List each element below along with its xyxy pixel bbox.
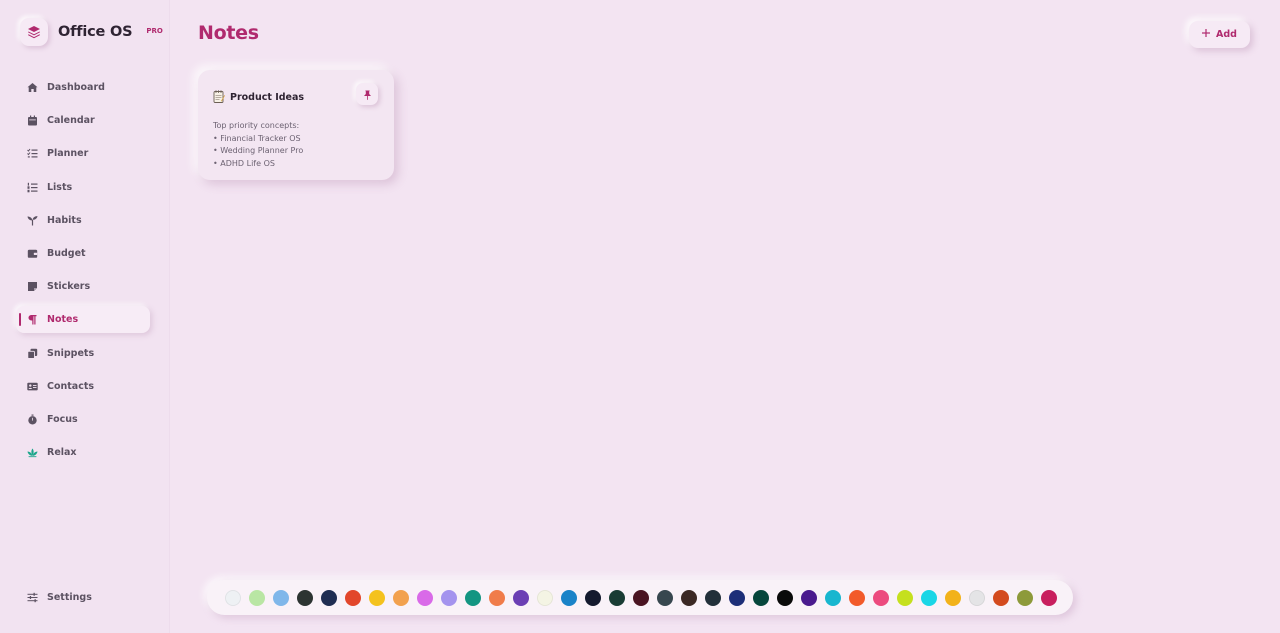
color-swatch[interactable] [225, 589, 241, 606]
color-swatch[interactable] [417, 589, 433, 606]
stack-layers-icon [20, 18, 48, 46]
note-title: Product Ideas [230, 92, 305, 103]
copy-icon [27, 348, 38, 359]
color-swatch[interactable] [249, 589, 265, 606]
sidebar-item-contacts[interactable]: Contacts [16, 373, 150, 400]
color-swatch[interactable] [921, 589, 937, 606]
color-swatch[interactable] [561, 589, 577, 606]
color-swatch[interactable] [681, 589, 697, 606]
color-swatch[interactable] [489, 589, 505, 606]
sidebar-item-label: Calendar [47, 115, 95, 127]
brand: Office OS PRO [20, 17, 163, 47]
color-swatch[interactable] [393, 589, 409, 606]
sidebar-item-label: Habits [47, 214, 82, 226]
sidebar-item-stickers[interactable]: Stickers [16, 273, 150, 300]
color-swatch[interactable] [753, 589, 769, 606]
stopwatch-icon [27, 414, 38, 425]
sidebar-nav: Dashboard Calendar Planner Lists Habits … [16, 74, 150, 472]
sidebar-item-label: Notes [47, 314, 79, 326]
sidebar-item-budget[interactable]: Budget [16, 240, 150, 267]
sprout-icon [27, 215, 38, 226]
color-swatch[interactable] [1041, 589, 1057, 606]
calendar-icon [27, 115, 38, 126]
color-swatch[interactable] [945, 589, 961, 606]
pin-button[interactable] [356, 83, 378, 105]
color-swatch[interactable] [633, 589, 649, 606]
sidebar-item-habits[interactable]: Habits [16, 207, 150, 234]
color-swatch[interactable] [705, 589, 721, 606]
sidebar-item-focus[interactable]: Focus [16, 406, 150, 433]
color-swatch[interactable] [369, 589, 385, 606]
sidebar-item-label: Lists [47, 181, 73, 193]
sticky-note-icon [27, 281, 38, 292]
lotus-icon [27, 447, 38, 458]
color-swatch[interactable] [297, 589, 313, 606]
note-line: Top priority concepts: [213, 121, 300, 130]
color-swatch[interactable] [993, 589, 1009, 606]
color-swatch[interactable] [585, 589, 601, 606]
plus-icon [1202, 29, 1211, 40]
color-swatch[interactable] [849, 589, 865, 606]
home-icon [27, 82, 38, 93]
sidebar-item-planner[interactable]: Planner [16, 140, 150, 167]
sliders-icon [27, 592, 38, 603]
color-swatch[interactable] [321, 589, 337, 606]
color-swatch[interactable] [537, 589, 553, 606]
color-swatch[interactable] [465, 589, 481, 606]
color-swatch[interactable] [345, 589, 361, 606]
sidebar-item-settings[interactable]: Settings [16, 584, 150, 611]
sidebar-item-label: Contacts [47, 380, 95, 392]
color-swatch[interactable] [729, 589, 745, 606]
app-window: Office OS PRO Dashboard Calendar Planner… [0, 0, 1280, 633]
sidebar-item-notes[interactable]: Notes [16, 306, 150, 334]
add-button-label: Add [1216, 29, 1237, 40]
color-palette [207, 580, 1073, 615]
address-card-icon [27, 381, 38, 392]
page-title: Notes [198, 22, 259, 44]
sidebar-item-label: Budget [47, 247, 86, 259]
color-swatch[interactable] [513, 589, 529, 606]
sidebar-item-dashboard[interactable]: Dashboard [16, 74, 150, 101]
wallet-icon [27, 248, 38, 259]
color-swatch[interactable] [657, 589, 673, 606]
pro-badge: PRO [146, 27, 163, 35]
sidebar-item-relax[interactable]: Relax [16, 439, 150, 466]
note-header: Product Ideas [213, 88, 379, 107]
sidebar-item-label: Snippets [47, 347, 95, 359]
sidebar-item-label: Relax [47, 447, 77, 459]
note-line: • Financial Tracker OS [213, 133, 301, 143]
sidebar-item-lists[interactable]: Lists [16, 174, 150, 201]
paragraph-icon [27, 314, 38, 325]
sidebar-item-label: Stickers [47, 281, 91, 293]
sidebar-item-label: Focus [47, 413, 78, 425]
sidebar-item-calendar[interactable]: Calendar [16, 107, 150, 134]
sidebar: Office OS PRO Dashboard Calendar Planner… [0, 0, 170, 633]
sidebar-item-snippets[interactable]: Snippets [16, 340, 150, 367]
color-swatch[interactable] [825, 589, 841, 606]
app-title: Office OS [58, 24, 133, 40]
numbered-list-icon [27, 182, 38, 193]
color-swatch[interactable] [873, 589, 889, 606]
color-swatch[interactable] [801, 589, 817, 606]
note-line: • Wedding Planner Pro [213, 146, 304, 155]
sidebar-item-label: Settings [47, 592, 92, 603]
note-body: Top priority concepts: • Financial Track… [213, 120, 379, 170]
checklist-icon [27, 148, 38, 159]
notepad-icon [213, 88, 225, 107]
sidebar-item-label: Planner [47, 148, 89, 160]
color-swatch[interactable] [441, 589, 457, 606]
note-line: • ADHD Life OS [213, 158, 275, 168]
pin-icon [363, 85, 372, 104]
color-swatch[interactable] [609, 589, 625, 606]
color-swatch[interactable] [969, 589, 985, 606]
add-button[interactable]: Add [1189, 21, 1250, 48]
color-swatch[interactable] [777, 589, 793, 606]
color-swatch[interactable] [897, 589, 913, 606]
sidebar-settings: Settings [16, 584, 150, 617]
color-swatch[interactable] [1017, 589, 1033, 606]
sidebar-item-label: Dashboard [47, 82, 105, 93]
note-card[interactable]: Product Ideas Top priority concepts: • F… [198, 70, 394, 180]
color-swatch[interactable] [273, 589, 289, 606]
